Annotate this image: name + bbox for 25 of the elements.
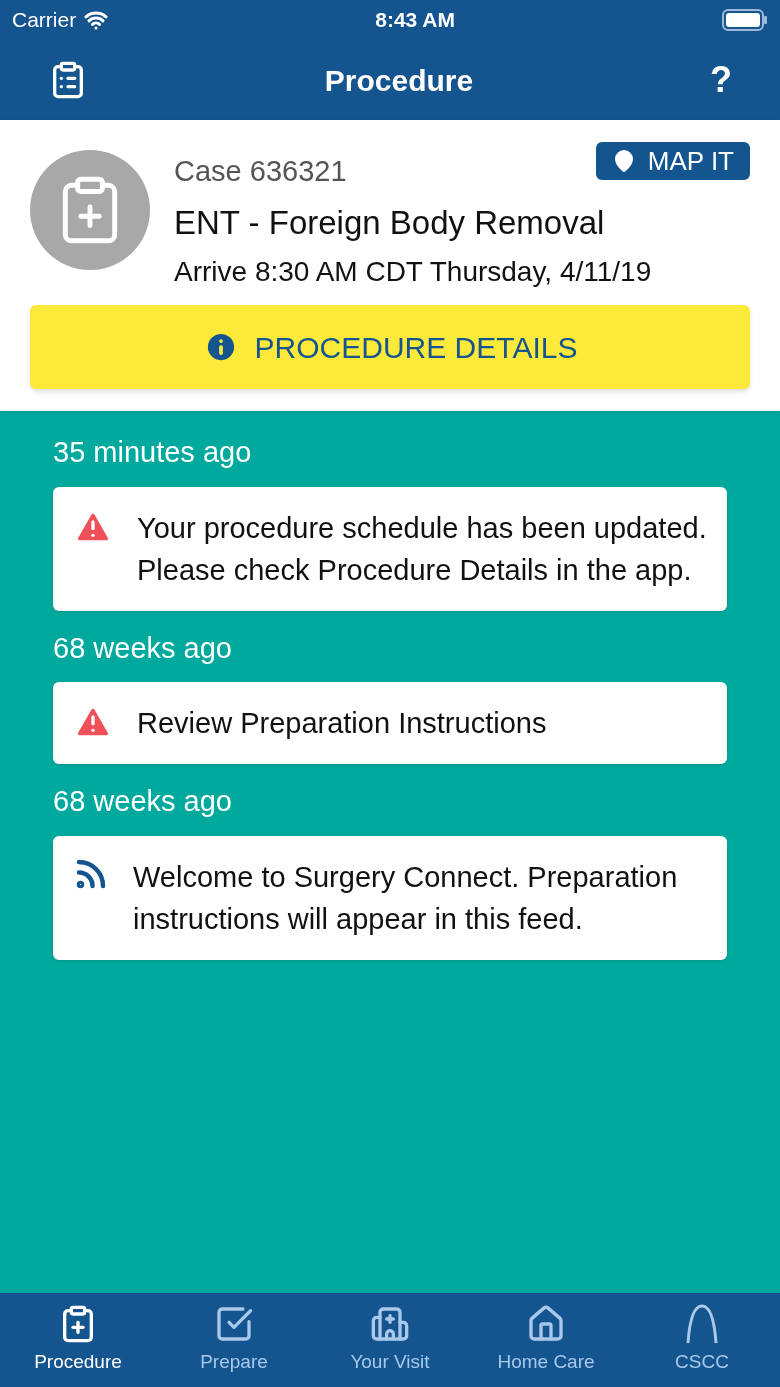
procedure-name: ENT - Foreign Body Removal (174, 202, 606, 243)
case-number: Case 636321 (174, 154, 347, 189)
feed-message: Welcome to Surgery Connect. Preparation instructions will appear in this feed. (133, 859, 679, 937)
feed-card[interactable]: Review Preparation Instructions (53, 682, 727, 764)
status-time: 8:43 AM (375, 7, 455, 34)
feed-message: Review Preparation Instructions (137, 706, 547, 741)
feed-time: 35 minutes ago (53, 435, 253, 470)
tab-bar-item[interactable]: Your Visit (312, 1293, 468, 1387)
help-button[interactable]: ? (710, 53, 732, 107)
feed-card[interactable]: Your procedure schedule has been updated. Please check Procedure Details in the app. (53, 486, 727, 611)
feed-card[interactable]: Welcome to Surgery Connect. Preparation instructions will appear in this feed. (53, 835, 727, 960)
tab-bar-item[interactable]: Home Care (468, 1293, 624, 1387)
map-it-button[interactable]: MAP IT (595, 142, 750, 180)
carrier-name: Carrier (12, 7, 77, 34)
feed-message: Your procedure schedule has been updated. Please check Procedure Details in the app. (137, 510, 707, 588)
feed-time: 68 weeks ago (53, 630, 233, 666)
arrival-time: Arrive 8:30 AM CDT Thursday, 4/11/19 (174, 255, 653, 289)
tab-bar-item[interactable]: Procedure (0, 1293, 156, 1387)
procedure-details-button[interactable]: PROCEDURE DETAILS (30, 305, 750, 389)
tab-bar-item[interactable]: Prepare (156, 1293, 312, 1387)
screen-title: Procedure (324, 62, 474, 99)
tab-bar-item[interactable]: CSCC (624, 1293, 780, 1387)
home-icon (526, 1303, 566, 1344)
feed-time: 68 weeks ago (53, 784, 233, 819)
battery-icon (722, 9, 768, 31)
